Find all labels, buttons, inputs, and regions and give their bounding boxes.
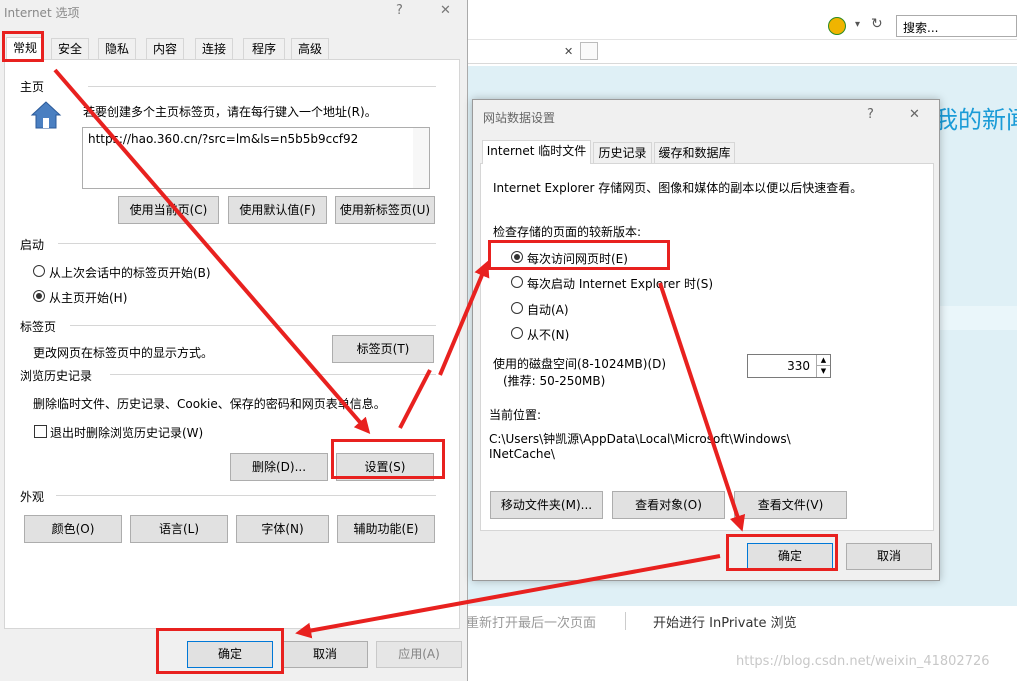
home-instruction: 若要创建多个主页标签页，请在每行键入一个地址(R)。 — [83, 105, 377, 119]
use-default-button[interactable]: 使用默认值(F) — [228, 196, 327, 224]
highlight-settings-button — [331, 439, 445, 479]
tabs-desc: 更改网页在标签页中的显示方式。 — [33, 346, 214, 360]
home-url-textarea[interactable]: https://hao.360.cn/?src=lm&ls=n5b5b9ccf9… — [82, 127, 430, 189]
automatic-label: 自动(A) — [527, 303, 569, 317]
startup-separator — [58, 243, 436, 244]
delete-on-exit-checkbox[interactable] — [34, 425, 47, 438]
use-new-tab-button[interactable]: 使用新标签页(U) — [335, 196, 435, 224]
history-separator — [110, 374, 436, 375]
reopen-last-session-link[interactable]: 重新打开最后一次页面 — [466, 612, 596, 631]
wd-help-button[interactable]: ? — [867, 107, 874, 122]
wd-description: Internet Explorer 存储网页、图像和媒体的副本以便以后快速查看。 — [493, 181, 863, 195]
spin-up-button[interactable]: ▲ — [816, 355, 830, 366]
cancel-button[interactable]: 取消 — [282, 641, 368, 668]
tab-security[interactable]: 安全 — [51, 38, 89, 59]
tab-strip — [466, 40, 1017, 64]
internet-options-dialog: Internet 选项 ? ✕ 常规 安全 隐私 内容 连接 程序 高级 主页 … — [0, 0, 468, 681]
watermark: https://blog.csdn.net/weixin_41802726 — [736, 654, 990, 669]
tab-advanced[interactable]: 高级 — [291, 38, 329, 59]
tab-content[interactable]: 内容 — [146, 38, 184, 59]
spin-down-button[interactable]: ▼ — [816, 366, 830, 377]
dialog-title: Internet 选项 — [4, 6, 80, 20]
appearance-separator — [56, 495, 436, 496]
view-files-button[interactable]: 查看文件(V) — [734, 491, 847, 519]
wd-panel — [480, 163, 934, 531]
delete-on-exit-label: 退出时删除浏览历史记录(W) — [50, 426, 204, 440]
home-separator — [88, 86, 436, 87]
startup-home-radio[interactable] — [33, 290, 45, 302]
fonts-button[interactable]: 字体(N) — [236, 515, 329, 543]
delete-history-button[interactable]: 删除(D)... — [230, 453, 328, 481]
disk-recommend-label: (推荐: 50-250MB) — [503, 374, 606, 388]
home-section-label: 主页 — [20, 80, 45, 94]
every-start-radio[interactable] — [511, 276, 523, 288]
automatic-radio[interactable] — [511, 302, 523, 314]
never-radio[interactable] — [511, 327, 523, 339]
search-input[interactable]: 搜索... — [896, 15, 1017, 37]
news-heading: 我的新闻 — [934, 106, 1017, 134]
help-button[interactable]: ? — [396, 3, 403, 18]
location-path-line2: INetCache\ — [489, 447, 555, 461]
tab-privacy[interactable]: 隐私 — [98, 38, 136, 59]
apply-button: 应用(A) — [376, 641, 462, 668]
highlight-general-tab — [2, 31, 44, 62]
disk-space-value: 330 — [787, 359, 810, 373]
disk-space-input[interactable]: 330 ▲ ▼ — [747, 354, 831, 378]
close-button[interactable]: ✕ — [440, 3, 451, 18]
move-folder-button[interactable]: 移动文件夹(M)... — [490, 491, 603, 519]
tab-connections[interactable]: 连接 — [195, 38, 233, 59]
footer-divider — [625, 612, 626, 630]
textarea-scrollbar[interactable] — [413, 128, 429, 188]
highlight-wd-ok-button — [726, 534, 838, 571]
tabs-section-label: 标签页 — [20, 320, 57, 334]
refresh-icon[interactable]: ↻ — [871, 16, 883, 32]
tabs-button[interactable]: 标签页(T) — [332, 335, 434, 363]
check-newer-label: 检查存储的页面的较新版本: — [493, 225, 642, 239]
tab-cache-db[interactable]: 缓存和数据库 — [654, 142, 735, 163]
current-location-label: 当前位置: — [489, 408, 542, 422]
dropdown-arrow-icon[interactable]: ▾ — [855, 19, 860, 30]
ie-logo-icon[interactable] — [828, 17, 846, 35]
every-start-label: 每次启动 Internet Explorer 时(S) — [527, 277, 714, 291]
wd-dialog-title: 网站数据设置 — [483, 111, 556, 125]
never-label: 从不(N) — [527, 328, 570, 342]
search-placeholder: 搜索... — [903, 21, 939, 35]
new-tab-button[interactable] — [580, 42, 598, 60]
view-objects-button[interactable]: 查看对象(O) — [612, 491, 725, 519]
highlight-every-visit-option — [488, 240, 670, 270]
tabs-separator — [70, 325, 436, 326]
house-icon — [30, 100, 62, 130]
inprivate-link[interactable]: 开始进行 InPrivate 浏览 — [653, 612, 797, 631]
startup-last-session-radio[interactable] — [33, 265, 45, 277]
appearance-section-label: 外观 — [20, 490, 45, 504]
tab-close-icon[interactable]: ✕ — [564, 45, 573, 58]
tab-history[interactable]: 历史记录 — [593, 142, 652, 163]
startup-home-label: 从主页开始(H) — [49, 291, 128, 305]
use-current-button[interactable]: 使用当前页(C) — [118, 196, 219, 224]
languages-button[interactable]: 语言(L) — [130, 515, 228, 543]
highlight-ok-button — [156, 628, 284, 674]
accessibility-button[interactable]: 辅助功能(E) — [337, 515, 435, 543]
tab-programs[interactable]: 程序 — [243, 38, 285, 59]
startup-section-label: 启动 — [20, 238, 45, 252]
home-url-value: https://hao.360.cn/?src=lm&ls=n5b5b9ccf9… — [88, 132, 359, 146]
website-data-dialog: 网站数据设置 ? ✕ Internet 临时文件 历史记录 缓存和数据库 Int… — [472, 99, 940, 581]
history-desc: 删除临时文件、历史记录、Cookie、保存的密码和网页表单信息。 — [33, 397, 386, 411]
wd-cancel-button[interactable]: 取消 — [846, 543, 932, 570]
wd-close-button[interactable]: ✕ — [909, 107, 920, 122]
history-section-label: 浏览历史记录 — [20, 369, 93, 383]
location-path-line1: C:\Users\钟凯源\AppData\Local\Microsoft\Win… — [489, 432, 791, 446]
disk-space-label: 使用的磁盘空间(8-1024MB)(D) — [493, 357, 667, 371]
tab-temp-files[interactable]: Internet 临时文件 — [482, 140, 591, 164]
startup-last-session-label: 从上次会话中的标签页开始(B) — [49, 266, 211, 280]
colors-button[interactable]: 颜色(O) — [24, 515, 122, 543]
